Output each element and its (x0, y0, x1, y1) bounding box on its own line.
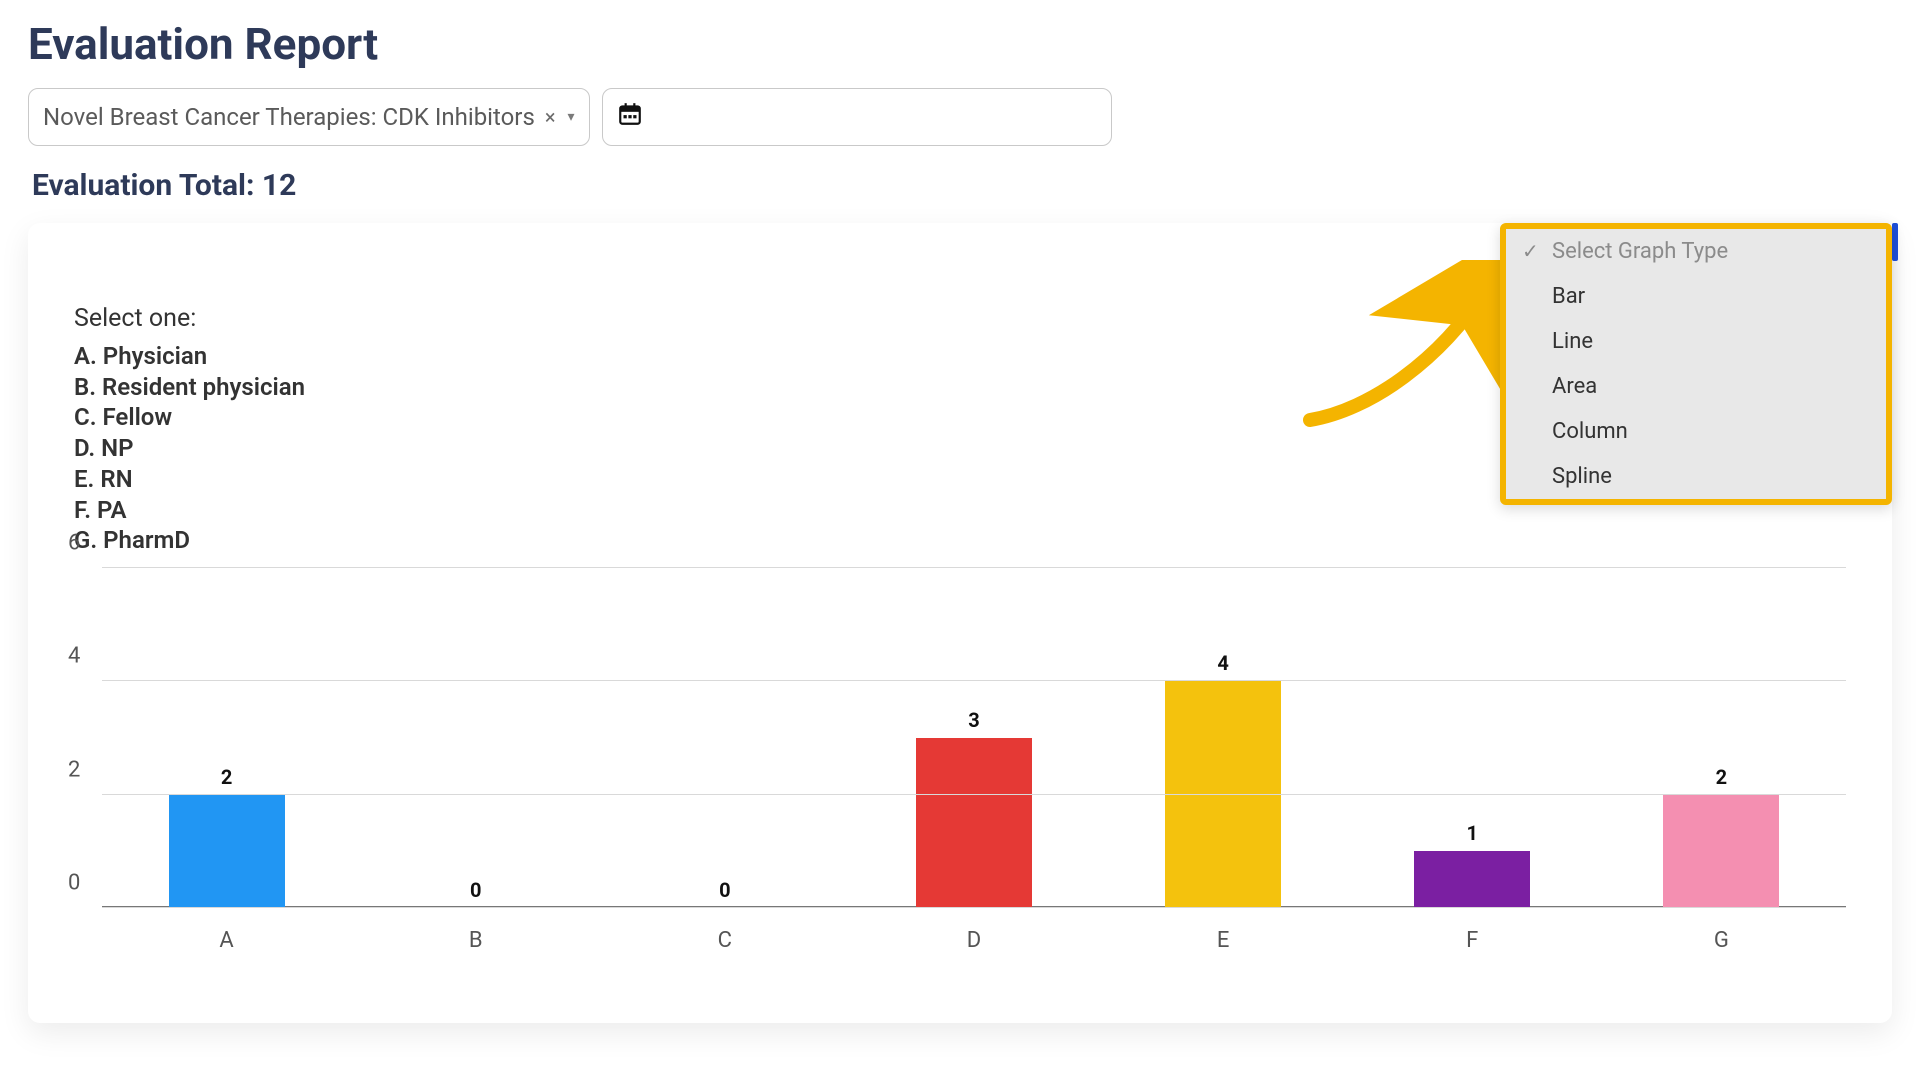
course-select[interactable]: Novel Breast Cancer Therapies: CDK Inhib… (28, 88, 590, 146)
chart-bar[interactable] (916, 738, 1032, 908)
evaluation-total: Evaluation Total: 12 (32, 168, 1892, 203)
graph-type-option-spline[interactable]: Spline (1506, 454, 1886, 499)
chart-bar-column: 3 (884, 568, 1064, 908)
chart-y-tick: 0 (68, 871, 80, 896)
dropdown-blue-edge (1892, 223, 1898, 261)
clear-icon[interactable]: × (545, 105, 556, 129)
chart-x-tick: E (1133, 928, 1313, 953)
date-range-select[interactable] (602, 88, 1112, 146)
filter-bar: Novel Breast Cancer Therapies: CDK Inhib… (28, 88, 1892, 146)
chart-y-tick: 4 (68, 644, 80, 669)
chart-bar-value: 2 (1716, 765, 1727, 789)
chart-x-tick: C (635, 928, 815, 953)
chart-x-labels: A B C D E F G (102, 928, 1846, 953)
chart-x-tick: B (386, 928, 566, 953)
chart-bar-column: 4 (1133, 568, 1313, 908)
chart-bar[interactable] (1414, 851, 1530, 908)
chevron-down-icon[interactable]: ▾ (568, 109, 575, 125)
graph-type-dropdown[interactable]: Select Graph Type Bar Line Area Column S… (1500, 223, 1892, 505)
chart-plot-area: 2003412 0246 (102, 568, 1846, 908)
chart-bars: 2 0 0 3 4 1 2 (102, 568, 1846, 908)
chart-x-tick: F (1382, 928, 1562, 953)
chart-bar[interactable] (1165, 681, 1281, 908)
chart-y-tick: 2 (68, 757, 80, 782)
chart-y-tick: 6 (68, 531, 80, 556)
chart-bar-value: 0 (470, 878, 481, 902)
calendar-icon (617, 101, 643, 134)
chart: 2003412 0246 ABCDEFG (64, 568, 1856, 953)
chart-bar-value: 1 (1467, 821, 1478, 845)
chart-bar-column: 0 (635, 568, 815, 908)
graph-type-option-line[interactable]: Line (1506, 319, 1886, 364)
chart-bar-column: 2 (137, 568, 317, 908)
chart-x-tick: A (137, 928, 317, 953)
page-title: Evaluation Report (28, 18, 1892, 70)
chart-x-tick: G (1631, 928, 1811, 953)
chart-bar-column: 1 (1382, 568, 1562, 908)
graph-type-option-bar[interactable]: Bar (1506, 274, 1886, 319)
chart-bar-value: 2 (221, 765, 232, 789)
chart-gridline (102, 907, 1846, 908)
chart-bar[interactable] (1663, 795, 1779, 908)
graph-type-header: Select Graph Type (1506, 229, 1886, 274)
chart-bar-column: 2 (1631, 568, 1811, 908)
chart-gridline (102, 680, 1846, 681)
legend-item: G. PharmD (74, 525, 1856, 556)
chart-bar-column: 0 (386, 568, 566, 908)
course-select-label: Novel Breast Cancer Therapies: CDK Inhib… (43, 103, 535, 131)
chart-x-tick: D (884, 928, 1064, 953)
annotation-arrow-icon (1290, 260, 1510, 440)
chart-bar[interactable] (169, 795, 285, 908)
page-root: Evaluation Report Novel Breast Cancer Th… (0, 0, 1920, 1080)
chart-bar-value: 4 (1217, 651, 1228, 675)
chart-bar-value: 3 (968, 708, 979, 732)
chart-gridline (102, 794, 1846, 795)
graph-type-option-column[interactable]: Column (1506, 409, 1886, 454)
chart-bar-value: 0 (719, 878, 730, 902)
chart-gridline (102, 567, 1846, 568)
graph-type-option-area[interactable]: Area (1506, 364, 1886, 409)
